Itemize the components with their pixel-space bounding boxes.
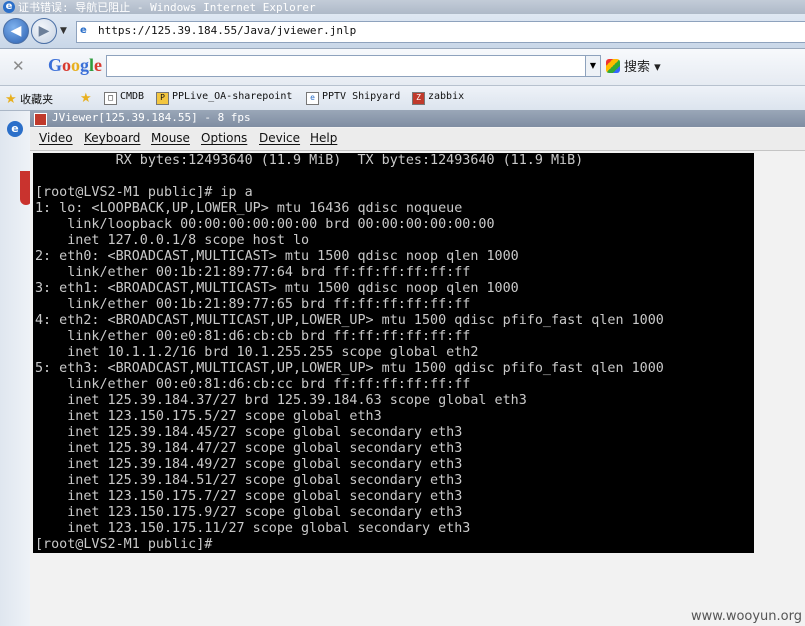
terminal-line: inet 127.0.0.1/8 scope host lo	[35, 233, 310, 248]
favorite-label: zabbix	[428, 91, 465, 102]
terminal-line: 1: lo: <LOOPBACK,UP,LOWER_UP> mtu 16436 …	[35, 201, 463, 216]
terminal-line: inet 125.39.184.51/27 scope global secon…	[35, 473, 463, 488]
terminal-line: inet 123.150.175.5/27 scope global eth3	[35, 409, 382, 424]
terminal-line: link/ether 00:e0:81:d6:cb:cb brd ff:ff:f…	[35, 329, 471, 344]
menu-help[interactable]: Help	[310, 131, 337, 145]
address-url[interactable]: https://125.39.184.55/Java/jviewer.jnlp	[98, 24, 356, 37]
favorite-label: CMDB	[120, 91, 145, 102]
back-arrow-icon[interactable]: ◀	[3, 18, 29, 44]
jviewer-menu-bar: Video Keyboard Mouse Options Device Help	[30, 128, 805, 151]
menu-device[interactable]: Device	[259, 131, 300, 145]
favorites-bar: ★ 收藏夹 ★ □ CMDB P PPLive_OA-sharepoint e PPT…	[0, 86, 805, 111]
favorite-label: PPTV Shipyard	[322, 91, 401, 102]
jviewer-title-bar[interactable]: JViewer[125.39.184.55] - 8 fps	[30, 110, 805, 127]
link-icon: Z	[412, 92, 425, 105]
terminal-line: inet 125.39.184.37/27 brd 125.39.184.63 …	[35, 393, 527, 408]
terminal-line: link/ether 00:1b:21:89:77:65 brd ff:ff:f…	[35, 297, 471, 312]
watermark: www.wooyun.org	[690, 609, 802, 624]
link-icon: □	[104, 92, 117, 105]
favorite-link-pplive[interactable]: P PPLive_OA-sharepoint	[156, 91, 292, 105]
jviewer-window: JViewer[125.39.184.55] - 8 fps Video Key…	[30, 110, 805, 626]
terminal-line: 4: eth2: <BROADCAST,MULTICAST,UP,LOWER_U…	[35, 313, 664, 328]
link-icon: e	[306, 92, 319, 105]
browser-tab-strip: e	[0, 111, 32, 626]
page-icon: e	[80, 25, 87, 36]
recent-pages-dropdown-icon[interactable]: ▼	[60, 26, 67, 36]
terminal-line: [root@LVS2-M1 public]#	[35, 537, 213, 552]
favorite-link-pptv-shipyard[interactable]: e PPTV Shipyard	[306, 91, 400, 105]
menu-mouse[interactable]: Mouse	[151, 131, 190, 145]
address-bar[interactable]: e https://125.39.184.55/Java/jviewer.jnl…	[76, 21, 805, 43]
window-title-bar[interactable]: e 证书错误: 导航已阻止 - Windows Internet Explore…	[0, 0, 805, 14]
terminal-line: link/loopback 00:00:00:00:00:00 brd 00:0…	[35, 217, 495, 232]
java-icon	[34, 113, 47, 126]
menu-options[interactable]: Options	[201, 131, 247, 145]
google-search-icon	[606, 59, 620, 73]
terminal-line: inet 123.150.175.9/27 scope global secon…	[35, 505, 463, 520]
jviewer-title: JViewer[125.39.184.55] - 8 fps	[52, 111, 251, 124]
google-logo: Google	[48, 55, 103, 75]
menu-video[interactable]: Video	[39, 131, 73, 145]
terminal-line: inet 125.39.184.45/27 scope global secon…	[35, 425, 463, 440]
forward-arrow-icon[interactable]: ▶	[31, 18, 57, 44]
favorites-button[interactable]: ★ 收藏夹	[5, 91, 53, 107]
favorite-link-zabbix[interactable]: Zzabbix	[412, 91, 464, 105]
add-favorite-icon[interactable]: ★	[80, 91, 92, 106]
google-search-button-label: 搜索	[624, 60, 651, 75]
terminal-line: RX bytes:12493640 (11.9 MiB) TX bytes:12…	[35, 153, 584, 168]
terminal-line: link/ether 00:1b:21:89:77:64 brd ff:ff:f…	[35, 265, 471, 280]
google-search-dropdown-icon[interactable]: ▼	[585, 55, 601, 77]
link-icon: P	[156, 92, 169, 105]
console-terminal[interactable]: RX bytes:12493640 (11.9 MiB) TX bytes:12…	[33, 153, 754, 553]
ie-logo-icon: e	[3, 1, 15, 13]
terminal-line: inet 10.1.1.2/16 brd 10.1.255.255 scope …	[35, 345, 479, 360]
favorite-link-cmdb[interactable]: □ CMDB	[104, 91, 144, 105]
terminal-line: inet 125.39.184.47/27 scope global secon…	[35, 441, 463, 456]
terminal-line: 3: eth1: <BROADCAST,MULTICAST> mtu 1500 …	[35, 281, 519, 296]
navigation-bar: ◀ ▶ ▼ e https://125.39.184.55/Java/jview…	[0, 14, 805, 49]
terminal-line: 2: eth0: <BROADCAST,MULTICAST> mtu 1500 …	[35, 249, 519, 264]
favorites-star-icon: ★	[5, 92, 17, 107]
google-toolbar: ✕ Google ▼ 搜索 ▾	[0, 49, 805, 86]
terminal-line: inet 123.150.175.7/27 scope global secon…	[35, 489, 463, 504]
favorite-label: PPLive_OA-sharepoint	[172, 91, 293, 102]
close-toolbar-icon[interactable]: ✕	[12, 57, 25, 75]
terminal-line: inet 123.150.175.11/27 scope global seco…	[35, 521, 471, 536]
terminal-line: link/ether 00:e0:81:d6:cb:cc brd ff:ff:f…	[35, 377, 471, 392]
terminal-line: 5: eth3: <BROADCAST,MULTICAST,UP,LOWER_U…	[35, 361, 664, 376]
terminal-line: inet 125.39.184.49/27 scope global secon…	[35, 457, 463, 472]
favorites-label: 收藏夹	[20, 93, 54, 106]
terminal-line: [root@LVS2-M1 public]# ip a	[35, 185, 253, 200]
tab-page-icon[interactable]: e	[7, 121, 23, 137]
menu-keyboard[interactable]: Keyboard	[84, 131, 140, 145]
google-search-button[interactable]: 搜索 ▾	[606, 56, 661, 75]
google-search-input[interactable]	[106, 55, 588, 77]
window-title: 证书错误: 导航已阻止 - Windows Internet Explorer	[18, 1, 316, 14]
